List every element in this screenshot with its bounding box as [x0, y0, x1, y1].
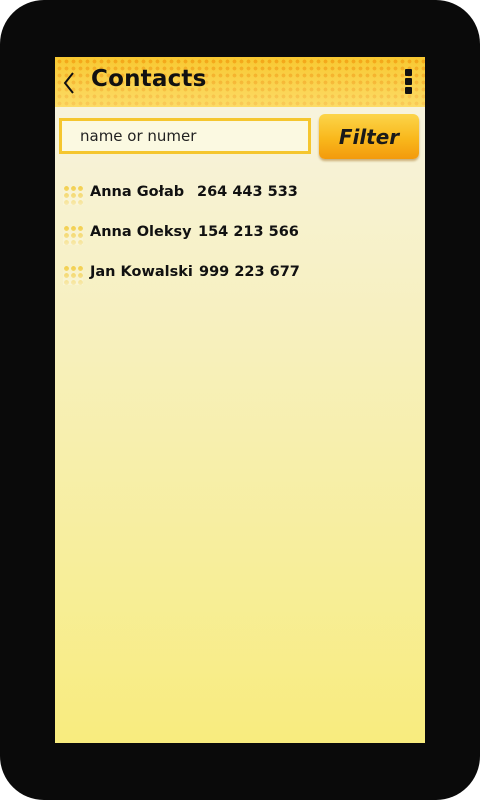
contact-name: Anna Gołab — [90, 184, 185, 200]
contact-row-anna-oleksy[interactable]: Anna Oleksy 154 213 566 — [63, 221, 413, 261]
contact-name: Anna Oleksy — [90, 224, 192, 240]
page-title: Contacts — [91, 66, 207, 92]
menu-dot-icon — [404, 78, 412, 85]
contact-row-anna-golab[interactable]: Anna Gołab 264 443 533 — [63, 181, 413, 221]
chevron-left-icon — [63, 72, 74, 94]
search-input[interactable] — [59, 118, 311, 154]
device-frame: Contacts Filter Anna Gołab 264 443 533 A… — [0, 0, 480, 800]
menu-dot-icon — [404, 87, 412, 94]
app-screen: Contacts Filter Anna Gołab 264 443 533 A… — [55, 57, 425, 743]
contact-list: Anna Gołab 264 443 533 Anna Oleksy 154 2… — [63, 181, 413, 301]
contact-dots-icon — [63, 225, 83, 245]
filter-button[interactable]: Filter — [319, 114, 419, 159]
contact-name: Jan Kowalski — [90, 264, 193, 280]
contact-phone: 999 223 677 — [199, 264, 300, 280]
contact-phone: 154 213 566 — [198, 224, 299, 240]
app-header: Contacts — [55, 57, 425, 107]
back-button[interactable] — [59, 69, 79, 97]
contact-dots-icon — [63, 185, 83, 205]
menu-dot-icon — [404, 69, 412, 76]
contact-phone: 264 443 533 — [197, 184, 298, 200]
contact-dots-icon — [63, 265, 83, 285]
overflow-menu-button[interactable] — [403, 69, 413, 95]
contact-row-jan-kowalski[interactable]: Jan Kowalski 999 223 677 — [63, 261, 413, 301]
